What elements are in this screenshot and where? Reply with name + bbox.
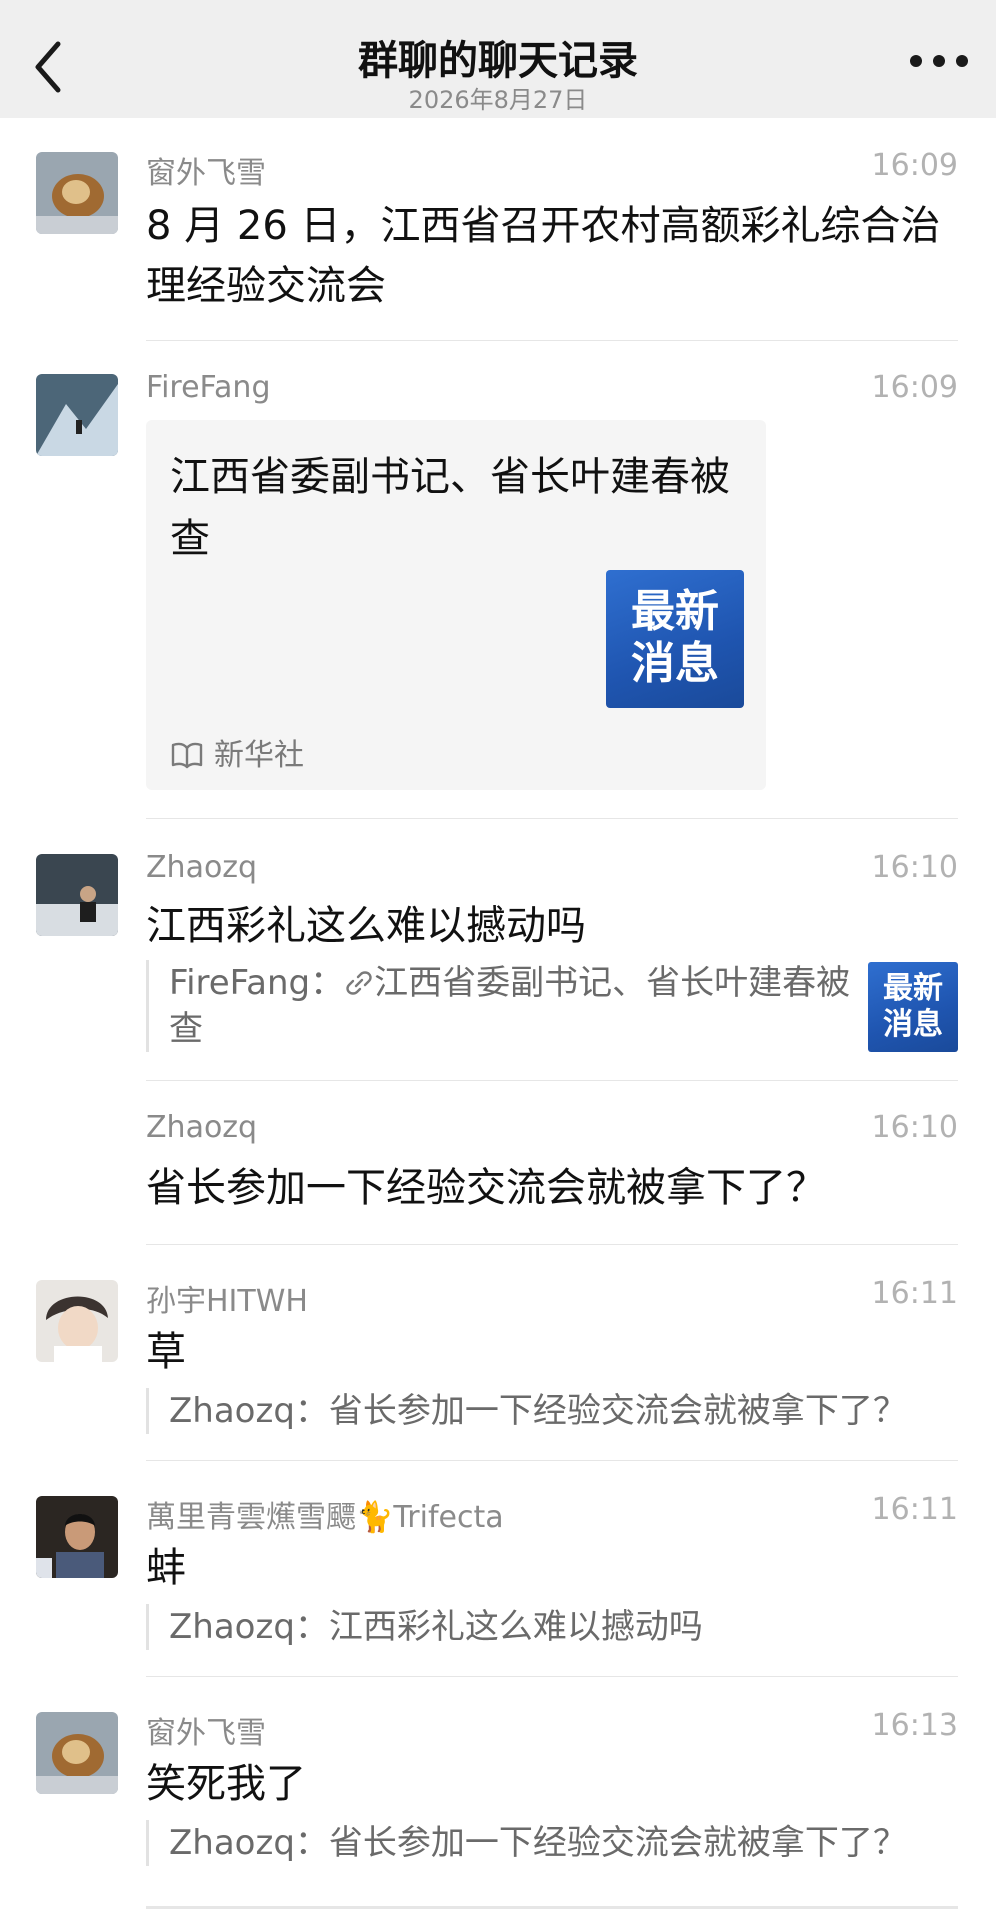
message-text: 8 月 26 日，江西省召开农村高额彩礼综合治理经验交流会 (146, 203, 941, 309)
more-dots-icon (910, 55, 968, 67)
avatar[interactable] (36, 152, 118, 234)
link-card[interactable]: 江西省委副书记、省长叶建春被查 最新 消息 新华社 (146, 420, 766, 790)
sender-name: Zhaozq (146, 1110, 258, 1145)
link-icon (346, 971, 372, 995)
sender-name: Zhaozq (146, 850, 258, 885)
sender-name: FireFang (146, 370, 271, 405)
quote-thumbnail: 最新 消息 (868, 962, 958, 1052)
message-text: 省长参加一下经验交流会就被拿下了？ (146, 1165, 826, 1211)
message-text: 蚌 (146, 1545, 186, 1591)
page-title: 群聊的聊天记录 (358, 38, 638, 84)
thumb-line-2: 消息 (883, 1007, 943, 1042)
sender-name: 窗外飞雪 (146, 1716, 266, 1751)
avatar[interactable] (36, 374, 118, 456)
card-thumbnail: 最新 消息 (606, 570, 744, 708)
message-text: 草 (146, 1329, 186, 1375)
sender-name: 萬里青雲爑雪飃🐈Trifecta (146, 1500, 504, 1535)
message-time: 16:10 (871, 1110, 958, 1145)
divider (146, 1244, 958, 1245)
quote-sender: FireFang： (169, 963, 345, 1003)
message-time: 16:11 (871, 1276, 958, 1311)
book-icon (171, 742, 203, 769)
message-time: 16:11 (871, 1492, 958, 1527)
quoted-message[interactable]: Zhaozq：省长参加一下经验交流会就被拿下了？ (146, 1820, 907, 1866)
card-title: 江西省委副书记、省长叶建春被查 (170, 454, 730, 562)
message-text: 笑死我了 (146, 1761, 306, 1807)
avatar[interactable] (36, 1496, 118, 1578)
thumb-line-1: 最新 (631, 586, 719, 637)
thumb-line-2: 消息 (631, 638, 719, 689)
avatar[interactable] (36, 1280, 118, 1362)
divider (146, 1676, 958, 1677)
divider (146, 340, 958, 341)
page-date: 2026年8月27日 (408, 86, 588, 114)
chat-history-header: 群聊的聊天记录 2026年8月27日 (0, 0, 996, 118)
more-button[interactable] (906, 46, 972, 76)
avatar[interactable] (36, 854, 118, 936)
sender-name: 窗外飞雪 (146, 156, 266, 191)
message-text: 江西彩礼这么难以撼动吗 (146, 903, 586, 949)
divider (146, 1080, 958, 1081)
avatar[interactable] (36, 1712, 118, 1794)
message-time: 16:09 (871, 148, 958, 183)
divider (146, 1460, 958, 1461)
divider (146, 1906, 958, 1909)
thumb-line-1: 最新 (883, 971, 943, 1006)
message-time: 16:13 (871, 1708, 958, 1743)
card-source-label: 新华社 (214, 738, 304, 773)
quoted-message[interactable]: Zhaozq：省长参加一下经验交流会就被拿下了？ (146, 1388, 907, 1434)
sender-name: 孙宇HITWH (146, 1284, 308, 1319)
card-source: 新华社 (170, 730, 304, 774)
message-time: 16:09 (871, 370, 958, 405)
divider (146, 818, 958, 819)
quoted-message[interactable]: FireFang： 江西省委副书记、省长叶建春被查 (146, 960, 859, 1052)
quoted-message[interactable]: Zhaozq：江西彩礼这么难以撼动吗 (146, 1604, 703, 1650)
message-time: 16:10 (871, 850, 958, 885)
